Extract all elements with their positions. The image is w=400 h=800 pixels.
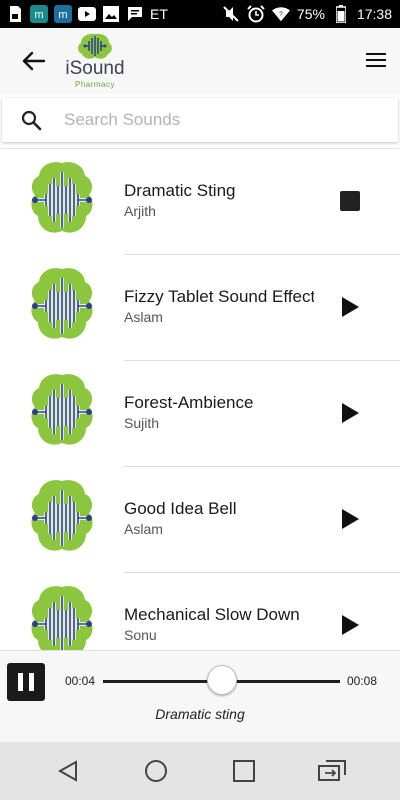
sound-list-item[interactable]: Forest-Ambience Sujith (0, 361, 400, 467)
search-icon[interactable] (20, 109, 42, 131)
et-label: ET (150, 6, 168, 22)
sound-list-item[interactable]: Fizzy Tablet Sound Effect Aslam (0, 255, 400, 361)
play-icon (342, 297, 359, 317)
sound-title: Forest-Ambience (124, 393, 254, 412)
back-button[interactable] (20, 48, 50, 74)
play-button[interactable] (336, 505, 364, 533)
status-bar: m m ET ? 75% 17:38 (0, 0, 400, 28)
sound-artist: Aslam (124, 521, 163, 537)
system-nav-bar (0, 742, 400, 800)
pause-icon (18, 673, 23, 691)
message-icon (126, 5, 144, 23)
wifi-icon: ? (271, 5, 290, 23)
sound-list[interactable]: Dramatic Sting Arjith Fizzy Tablet Sound… (0, 149, 400, 650)
play-icon (342, 615, 359, 635)
mute-icon (222, 5, 240, 23)
m-app-icon: m (30, 5, 48, 23)
square-recents-icon (233, 760, 255, 782)
brain-sound-icon (31, 374, 93, 445)
menu-button[interactable] (364, 50, 388, 70)
brain-sound-icon (31, 586, 93, 650)
status-left-icons: m m ET (6, 4, 168, 24)
sim-card-icon (6, 5, 24, 23)
logo-subtitle: Pharmacy (74, 80, 115, 89)
sound-artist: Sujith (124, 415, 160, 431)
gallery-icon (102, 5, 120, 23)
media-player: 00:04 00:08 Dramatic sting (0, 650, 400, 743)
hamburger-menu-icon (366, 53, 386, 67)
seek-thumb[interactable] (206, 665, 237, 695)
svg-text:m: m (34, 9, 43, 21)
play-button[interactable] (336, 399, 364, 427)
status-right-icons: ? 75% 17:38 (222, 4, 392, 24)
stop-icon (340, 191, 360, 211)
app-header: iSound Pharmacy (0, 28, 400, 94)
svg-text:?: ? (279, 11, 283, 18)
current-time: 00:04 (65, 674, 96, 688)
status-time: 17:38 (356, 6, 392, 22)
screen-switch-icon (318, 760, 346, 781)
nav-switch-button[interactable] (317, 756, 347, 786)
back-arrow-icon (22, 51, 46, 71)
play-button[interactable] (336, 293, 364, 321)
sound-title: Fizzy Tablet Sound Effect (124, 287, 314, 306)
triangle-back-icon (57, 760, 77, 782)
sound-list-item[interactable]: Mechanical Slow Down Sonu (0, 573, 400, 650)
nav-back-button[interactable] (53, 756, 83, 786)
play-icon (342, 403, 359, 423)
sound-artist: Aslam (124, 309, 163, 325)
sound-artist: Sonu (124, 627, 157, 643)
stop-button[interactable] (336, 187, 364, 215)
sound-title: Mechanical Slow Down (124, 605, 300, 624)
now-playing-title: Dramatic sting (155, 706, 245, 722)
youtube-icon (78, 5, 96, 23)
m-app-icon: m (54, 5, 72, 23)
battery-icon (332, 5, 350, 23)
sound-title: Dramatic Sting (124, 181, 236, 200)
brain-sound-icon (31, 268, 93, 339)
sound-title: Good Idea Bell (124, 499, 237, 518)
nav-home-button[interactable] (141, 756, 171, 786)
total-time: 00:08 (347, 674, 378, 688)
sound-list-item[interactable]: Good Idea Bell Aslam (0, 467, 400, 573)
app-logo: iSound Pharmacy (64, 32, 126, 90)
search-bar[interactable] (2, 98, 398, 142)
nav-recents-button[interactable] (229, 756, 259, 786)
battery-percent: 75% (296, 6, 325, 22)
play-icon (342, 509, 359, 529)
sound-artist: Arjith (124, 203, 156, 219)
logo-title: iSound (65, 58, 125, 79)
pause-icon (29, 673, 34, 691)
sound-list-item[interactable]: Dramatic Sting Arjith (0, 149, 400, 255)
play-button[interactable] (336, 611, 364, 639)
circle-home-icon (145, 760, 167, 782)
brain-sound-icon (31, 162, 93, 233)
pause-button[interactable] (7, 663, 45, 701)
svg-text:m: m (58, 9, 67, 21)
search-input[interactable] (62, 104, 386, 136)
brain-sound-icon (31, 480, 93, 551)
alarm-icon (247, 5, 265, 23)
